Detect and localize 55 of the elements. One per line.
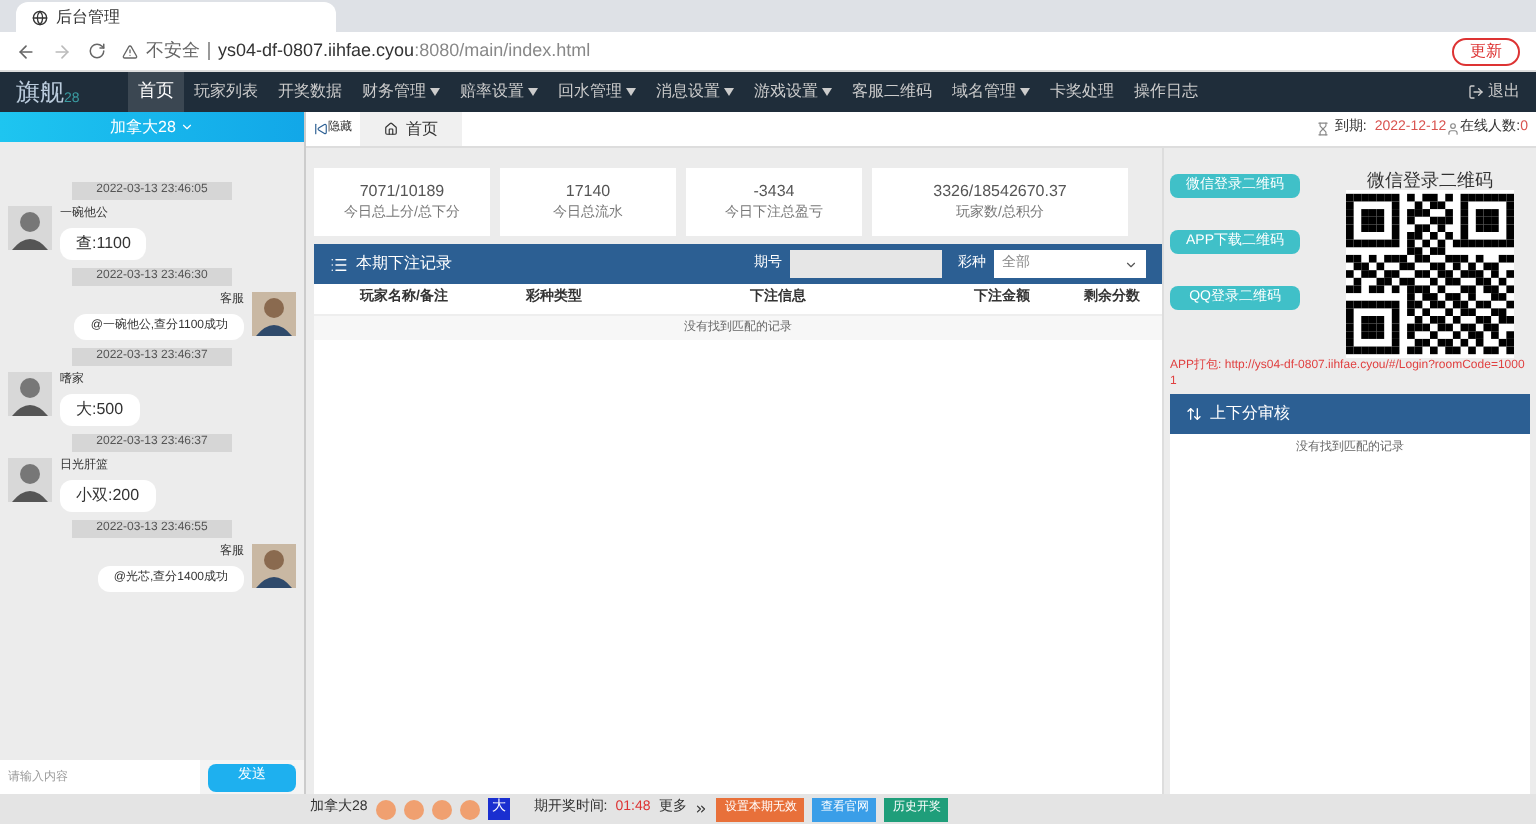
panel-title: 本期下注记录	[356, 252, 452, 276]
nav-item[interactable]: 赔率设置	[450, 72, 548, 112]
nav-item[interactable]: 客服二维码	[842, 72, 942, 112]
caret-icon	[724, 88, 734, 96]
chat-message: 小双:200	[60, 480, 156, 512]
logo-text: 旗舰	[16, 76, 64, 110]
avatar-icon	[8, 458, 52, 502]
reload-icon[interactable]	[88, 42, 106, 60]
nav-item[interactable]: 游戏设置	[744, 72, 842, 112]
avatar-icon	[8, 206, 52, 250]
avatar-icon	[252, 544, 296, 588]
nav-item[interactable]: 首页	[128, 72, 184, 112]
caret-icon	[528, 88, 538, 96]
security-label: 不安全	[146, 37, 200, 64]
stat-value: 3326/18542670.37	[933, 179, 1067, 204]
update-button[interactable]: 更新	[1452, 37, 1520, 65]
avatar-icon	[8, 372, 52, 416]
double-chevron-icon	[694, 802, 709, 816]
user-icon	[1446, 122, 1461, 136]
nav-item[interactable]: 玩家列表	[184, 72, 268, 112]
up-down-icon	[1186, 406, 1202, 422]
caret-icon	[1020, 88, 1030, 96]
logout-icon	[1468, 84, 1484, 100]
nav-item[interactable]: 操作日志	[1124, 72, 1208, 112]
back-icon[interactable]	[16, 41, 36, 61]
skip-back-icon	[314, 122, 328, 136]
caret-icon	[822, 88, 832, 96]
nav-item[interactable]: 财务管理	[352, 72, 450, 112]
period-input-field[interactable]	[790, 250, 942, 278]
nav-item[interactable]: 开奖数据	[268, 72, 352, 112]
chat-message: 查:1100	[60, 228, 147, 260]
hourglass-icon	[1316, 122, 1331, 136]
avatar-icon	[252, 292, 296, 336]
home-icon	[384, 122, 398, 136]
chevron-down-icon	[179, 120, 194, 134]
chevron-down-icon	[1124, 257, 1138, 271]
nav-item[interactable]: 消息设置	[646, 72, 744, 112]
chat-message: 大:500	[60, 394, 140, 426]
nav-item[interactable]: 卡奖处理	[1040, 72, 1124, 112]
list-icon	[330, 255, 348, 273]
stat-value: 17140	[565, 179, 611, 204]
nav-item[interactable]: 回水管理	[548, 72, 646, 112]
panel-title: 上下分审核	[1210, 402, 1290, 426]
caret-icon	[430, 88, 440, 96]
url-text[interactable]: ys04-df-0807.iihfae.cyou:8080/main/index.html	[218, 37, 591, 65]
caret-icon	[626, 88, 636, 96]
tab-title: 后台管理	[56, 5, 120, 29]
warning-icon	[122, 43, 138, 59]
browser-tab[interactable]: 后台管理	[16, 2, 336, 32]
stat-value: 7071/10189	[359, 179, 445, 204]
stat-value: -3434	[753, 179, 795, 204]
nav-item[interactable]: 域名管理	[942, 72, 1040, 112]
logout-link[interactable]: 退出	[1488, 80, 1536, 104]
qr-title: 微信登录二维码	[1367, 172, 1493, 190]
globe-icon	[32, 9, 48, 25]
